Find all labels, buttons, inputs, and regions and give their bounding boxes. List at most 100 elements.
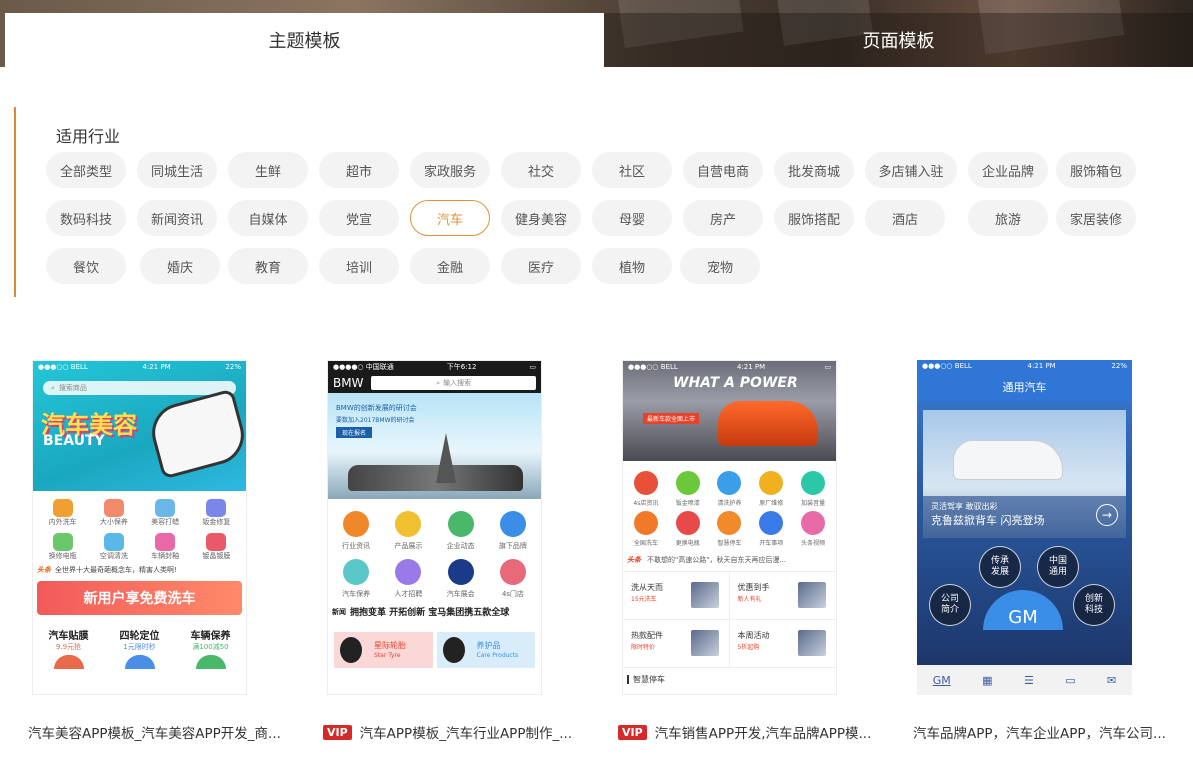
feature-shortcut[interactable]: 产品展示 [382, 503, 434, 551]
grid-icon[interactable]: ▦ [982, 674, 992, 687]
menu-bubble[interactable]: 传承发展 [979, 546, 1021, 588]
tab-theme-templates[interactable]: 主题模板 [5, 13, 604, 67]
news-ticker[interactable]: 头条 全世界十大最奇葩概念车，精害人类啊! [33, 561, 246, 575]
industry-chip[interactable]: 多店铺入驻 [865, 152, 957, 188]
service-shortcut[interactable]: 钣金修复 [191, 493, 242, 527]
template-caption[interactable]: VIP 汽车APP模板_汽车行业APP制作_... [323, 722, 613, 742]
industry-chip[interactable]: 新闻资讯 [137, 200, 217, 236]
feature-icon [499, 559, 526, 585]
service-shortcut[interactable]: 加装音量 [792, 467, 834, 507]
template-thumbnail[interactable]: ●●●○○ BELL 4:21 PM 22% 通用汽车 灵活驾享 敢驭出彩 克鲁… [917, 360, 1132, 695]
industry-chip[interactable]: 党宣 [319, 200, 399, 236]
search-placeholder: 输入搜索 [443, 379, 472, 387]
deal-item[interactable]: 本周活动 5折起购 [729, 620, 836, 668]
promo-banner[interactable]: 新用户享免费洗车 [37, 581, 242, 615]
industry-chip[interactable]: 生鲜 [228, 152, 308, 188]
feature-shortcut[interactable]: 企业动态 [435, 503, 487, 551]
industry-chip[interactable]: 同城生活 [137, 152, 217, 188]
menu-bubble[interactable]: 中国通用 [1037, 546, 1079, 588]
template-caption[interactable]: 汽车美容APP模板_汽车美容APP开发_商... [28, 722, 318, 742]
search-input[interactable]: ⌕ 输入搜索 [371, 376, 536, 390]
service-shortcut[interactable]: 钣金喷漆 [667, 467, 709, 507]
service-shortcut[interactable]: 头条视频 [792, 507, 834, 547]
template-thumbnail[interactable]: ●●●○○ BELL 4:21 PM 22% ⌕ 搜索商品 汽车美容 BEAUTY… [32, 360, 247, 695]
service-shortcut[interactable]: 清洗护养 [709, 467, 751, 507]
service-offer[interactable]: 汽车贴膜 9.9元抢 [49, 627, 89, 669]
feature-shortcut[interactable]: 4s门店 [487, 551, 539, 599]
feature-shortcut[interactable]: 人才招聘 [382, 551, 434, 599]
industry-chip[interactable]: 社交 [501, 152, 581, 188]
industry-chip[interactable]: 社区 [592, 152, 672, 188]
template-caption[interactable]: 汽车品牌APP，汽车企业APP，汽车公司... [913, 722, 1193, 742]
mail-icon[interactable]: ✉ [1107, 674, 1116, 687]
tab-page-templates[interactable]: 页面模板 [604, 13, 1193, 67]
feature-shortcut[interactable]: 行业资讯 [330, 503, 382, 551]
menu-bubble[interactable]: 创新科技 [1073, 584, 1115, 626]
service-shortcut[interactable]: 镀晶镀膜 [191, 527, 242, 561]
industry-chip[interactable]: 家居装修 [1056, 200, 1136, 236]
list-icon[interactable]: ☰ [1024, 674, 1034, 687]
deal-item[interactable]: 洗从天而 15元洗车 [623, 572, 730, 620]
product-tile[interactable]: 星际轮胎 Star Tyre [334, 632, 433, 668]
industry-chip[interactable]: 家政服务 [410, 152, 490, 188]
template-caption[interactable]: VIP 汽车销售APP开发,汽车品牌APP模... [618, 722, 908, 742]
caption-text: 汽车品牌APP，汽车企业APP，汽车公司... [913, 726, 1166, 742]
deal-item[interactable]: 热款配件 限时特价 [623, 620, 730, 668]
template-thumbnail[interactable]: ●●●○○ BELL 4:21 PM ▭ WHAT A POWER 最新车款全面… [622, 360, 837, 695]
service-shortcut[interactable]: 4s店资讯 [625, 467, 667, 507]
industry-chip[interactable]: 餐饮 [46, 248, 126, 284]
service-shortcut[interactable]: 车辆封釉 [140, 527, 191, 561]
industry-chip[interactable]: 金融 [410, 248, 490, 284]
template-thumbnail[interactable]: ●●●●○ 中国联通 下午6:12 ▭ BMW ⌕ 输入搜索 BMW的创新发展的研… [327, 360, 542, 695]
industry-chip[interactable]: 植物 [592, 248, 672, 284]
news-ticker[interactable]: 新闻 拥抱变革 开拓创新 宝马集团携五款全球 [328, 599, 541, 619]
industry-chip[interactable]: 教育 [228, 248, 308, 284]
industry-chip[interactable]: 汽车 [410, 200, 490, 236]
industry-chip[interactable]: 服饰搭配 [774, 200, 854, 236]
service-shortcut[interactable]: 原厂维修 [750, 467, 792, 507]
industry-chip[interactable]: 自媒体 [228, 200, 308, 236]
industry-chip[interactable]: 超市 [319, 152, 399, 188]
deal-item[interactable]: 优惠到手 新人有礼 [729, 572, 836, 620]
industry-chip[interactable]: 企业品牌 [968, 152, 1048, 188]
feature-shortcut[interactable]: 旗下品牌 [487, 503, 539, 551]
service-shortcut[interactable]: 空调清洗 [88, 527, 139, 561]
chat-icon[interactable]: ▭ [1065, 674, 1075, 687]
industry-chip[interactable]: 全部类型 [46, 152, 126, 188]
industry-chip[interactable]: 婚庆 [140, 248, 220, 284]
industry-chip[interactable]: 旅游 [968, 200, 1048, 236]
industry-chip[interactable]: 批发商城 [774, 152, 854, 188]
menu-bubble[interactable]: 公司简介 [929, 584, 971, 626]
industry-chip[interactable]: 宠物 [680, 248, 760, 284]
industry-chip[interactable]: 酒店 [865, 200, 945, 236]
service-shortcut[interactable]: 换修电瓶 [37, 527, 88, 561]
product-tile[interactable]: 养护品 Care Products [436, 632, 535, 668]
industry-chip[interactable]: 母婴 [592, 200, 672, 236]
banner-button[interactable]: 现在报名 [336, 427, 373, 438]
service-shortcut[interactable]: 全国洗车 [625, 507, 667, 547]
industry-chip[interactable]: 数码科技 [46, 200, 126, 236]
feature-label: 旗下品牌 [498, 542, 527, 550]
industry-chip[interactable]: 培训 [319, 248, 399, 284]
service-shortcut[interactable]: 内外洗车 [37, 493, 88, 527]
feature-label: 行业资讯 [342, 542, 371, 550]
service-offer[interactable]: 车辆保养 满100减50 [191, 627, 231, 669]
industry-chip[interactable]: 房产 [683, 200, 763, 236]
arrow-right-icon[interactable]: → [1096, 504, 1118, 526]
industry-chip[interactable]: 自营电商 [683, 152, 763, 188]
service-shortcut[interactable]: 美容打蜡 [140, 493, 191, 527]
industry-chip[interactable]: 服饰箱包 [1056, 152, 1136, 188]
industry-chip[interactable]: 健身美容 [501, 200, 581, 236]
service-shortcut[interactable]: 智慧停车 [709, 507, 751, 547]
search-input[interactable]: ⌕ 搜索商品 [43, 381, 236, 395]
service-shortcut[interactable]: 大小保养 [88, 493, 139, 527]
service-offer[interactable]: 四轮定位 1元限时秒 [120, 627, 160, 669]
feature-shortcut[interactable]: 汽车保养 [330, 551, 382, 599]
industry-chip[interactable]: 医疗 [501, 248, 581, 284]
feature-shortcut[interactable]: 汽车展会 [435, 551, 487, 599]
nav-home-logo[interactable]: GM [933, 674, 951, 687]
offer-desc: 满100减50 [192, 643, 229, 651]
service-shortcut[interactable]: 开车事项 [750, 507, 792, 547]
service-shortcut[interactable]: 更换电瓶 [667, 507, 709, 547]
news-ticker[interactable]: 头条 不敢想的"高速公路"，秋天自东天再应后漫... [623, 547, 836, 572]
